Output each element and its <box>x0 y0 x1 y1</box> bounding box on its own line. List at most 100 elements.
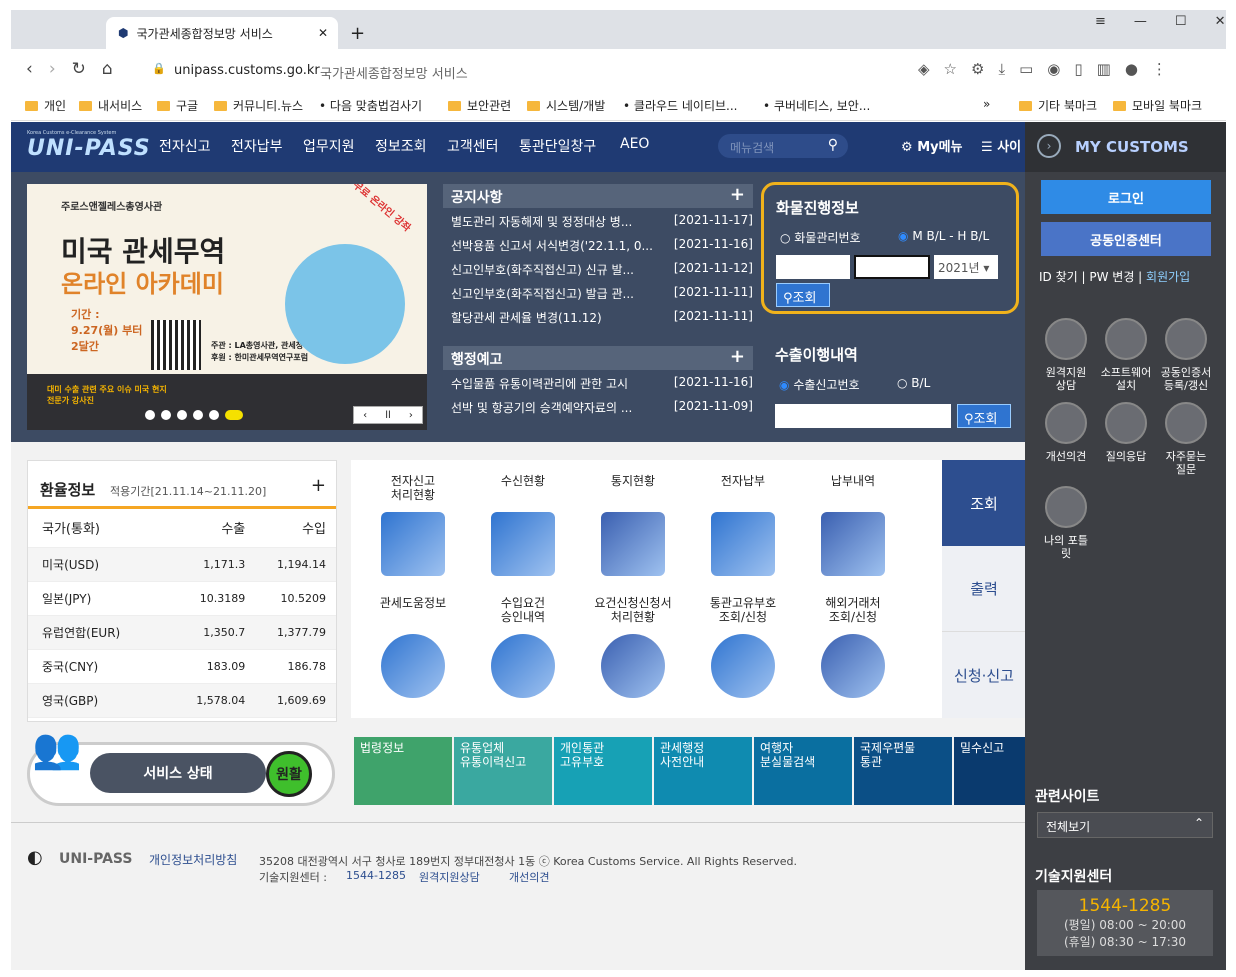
promo-banner[interactable]: 주로스앤젤레스총영사관 무료 온라인 강좌 미국 관세무역 온라인 아카데미 기… <box>27 184 427 430</box>
bookmark[interactable]: 구글 <box>157 97 198 114</box>
bookmark[interactable]: 기타 북마크 <box>1019 97 1097 114</box>
next-icon[interactable]: › <box>409 410 413 421</box>
bookmark[interactable]: 개인 <box>25 97 66 114</box>
back-icon[interactable]: ‹ <box>26 59 33 79</box>
support-label[interactable]: 공동인증서 등록/갱신 <box>1154 366 1218 392</box>
quick-link-tile[interactable]: 국제우편물 통관 <box>854 737 952 805</box>
nav-item[interactable]: 전자납부 <box>231 136 283 156</box>
find-id-link[interactable]: ID 찾기 <box>1039 270 1078 284</box>
service-label[interactable]: 수신현황 <box>473 474 573 488</box>
carousel-dots[interactable] <box>145 410 243 420</box>
nav-item[interactable]: 정보조회 <box>375 136 427 156</box>
service-label[interactable]: 수입요건 승인내역 <box>473 596 573 624</box>
bookmark[interactable]: 보안관련 <box>448 97 511 114</box>
support-label[interactable]: 질의응답 <box>1094 450 1158 463</box>
service-label[interactable]: 해외거래처 조회/신청 <box>803 596 903 624</box>
sidebar-header[interactable]: › MY CUSTOMS <box>1025 122 1226 172</box>
radio-mbl-hbl[interactable]: ◉ M B/L - H B/L <box>898 229 989 243</box>
privacy-link[interactable]: 개인정보처리방침 <box>149 851 237 868</box>
bookmark[interactable]: 내서비스 <box>79 97 142 114</box>
prev-icon[interactable]: ‹ <box>363 410 367 421</box>
support-icon[interactable] <box>1045 402 1087 444</box>
service-label[interactable]: 통관고유부호 조회/신청 <box>693 596 793 624</box>
radio-bl[interactable]: ○ B/L <box>897 376 930 390</box>
bookmark[interactable]: • 쿠버네티스, 보안... <box>763 97 870 114</box>
forward-icon[interactable]: › <box>49 59 56 79</box>
notice-item[interactable]: 할당관세 관세율 변경(11.12) [2021-11-11] <box>443 304 753 328</box>
service-label[interactable]: 납부내역 <box>803 474 903 488</box>
support-icon[interactable] <box>1045 486 1087 528</box>
cargo-search-button[interactable]: ⚲조회 <box>776 283 830 307</box>
admin-header[interactable]: 행정예고 + <box>443 346 753 370</box>
quick-link-tile[interactable]: 여행자 분실물검색 <box>754 737 852 805</box>
window-close-icon[interactable]: ✕ <box>1215 14 1226 29</box>
collapse-icon[interactable]: › <box>1037 134 1061 158</box>
service-label[interactable]: 통지현황 <box>583 474 683 488</box>
service-icon[interactable] <box>711 512 775 576</box>
bookmark[interactable]: 모바일 북마크 <box>1113 97 1202 114</box>
avatar[interactable]: ● <box>1125 60 1138 78</box>
service-icon[interactable] <box>491 634 555 698</box>
tab-query[interactable]: 조회 <box>942 460 1026 546</box>
search-icon[interactable]: ⚲ <box>828 137 838 153</box>
quick-link-tile[interactable]: 개인통관 고유부호 <box>554 737 652 805</box>
notice-more-icon[interactable]: + <box>730 184 745 205</box>
bookmark-overflow[interactable]: » <box>983 97 990 111</box>
admin-more-icon[interactable]: + <box>730 346 745 367</box>
support-label[interactable]: 소프트웨어 설치 <box>1094 366 1158 392</box>
camera-icon[interactable]: ◉ <box>1047 60 1060 78</box>
service-icon[interactable] <box>381 634 445 698</box>
quick-link-tile[interactable]: 밀수신고 <box>954 737 1026 805</box>
nav-item[interactable]: 통관단일창구 <box>519 136 596 156</box>
notice-item[interactable]: 별도관리 자동해제 및 정정대상 병... [2021-11-17] <box>443 208 753 232</box>
year-select[interactable]: 2021년 ▾ <box>934 255 998 279</box>
notice-item[interactable]: 신고인부호(화주직접신고) 발급 관... [2021-11-11] <box>443 280 753 304</box>
support-label[interactable]: 개선의견 <box>1034 450 1098 463</box>
support-icon[interactable] <box>1105 318 1147 360</box>
footer-phone[interactable]: 1544-1285 <box>346 869 406 882</box>
notice-item[interactable]: 선박용품 신고서 서식변경('22.1.1, 0... [2021-11-16] <box>443 232 753 256</box>
change-pw-link[interactable]: PW 변경 <box>1089 270 1134 284</box>
service-icon[interactable] <box>821 634 885 698</box>
video-icon[interactable]: ▭ <box>1019 60 1033 78</box>
download-icon[interactable]: ⤓ <box>998 60 1005 78</box>
bookmark[interactable]: 커뮤니티.뉴스 <box>214 97 303 114</box>
menu-search-input[interactable]: 메뉴검색 ⚲ <box>718 134 848 158</box>
footer-remote-link[interactable]: 원격지원상담 <box>419 869 480 885</box>
notice-header[interactable]: 공지사항 + <box>443 184 753 208</box>
support-icon[interactable] <box>1045 318 1087 360</box>
support-icon[interactable] <box>1165 402 1207 444</box>
service-label[interactable]: 요건신청신청서 처리현황 <box>583 596 683 624</box>
radio-cargo-no[interactable]: ○ 화물관리번호 <box>780 229 861 246</box>
bookmark[interactable]: 시스템/개발 <box>527 97 605 114</box>
notice-item[interactable]: 선박 및 항공기의 승객예약자료의 ... [2021-11-09] <box>443 394 753 418</box>
reload-icon[interactable]: ↻ <box>72 59 86 79</box>
carousel-controls[interactable]: ‹ ll › <box>353 406 423 424</box>
new-tab-icon[interactable]: + <box>350 23 365 44</box>
support-icon[interactable] <box>1105 402 1147 444</box>
nav-item[interactable]: 업무지원 <box>303 136 355 156</box>
home-icon[interactable]: ⌂ <box>102 59 113 79</box>
service-icon[interactable] <box>711 634 775 698</box>
more-icon[interactable]: ⋮ <box>1152 60 1167 78</box>
sidebar-icon[interactable]: ▥ <box>1097 60 1111 78</box>
tab-search-icon[interactable]: ≡ <box>1095 14 1106 29</box>
support-label[interactable]: 자주묻는 질문 <box>1154 450 1218 476</box>
cert-center-button[interactable]: 공동인증센터 <box>1041 222 1211 256</box>
notice-item[interactable]: 신고인부호(화주직접신고) 신규 발... [2021-11-12] <box>443 256 753 280</box>
quick-link-tile[interactable]: 유통업체 유통이력신고 <box>454 737 552 805</box>
tab-apply[interactable]: 신청·신고 <box>942 632 1026 718</box>
footer-improve-link[interactable]: 개선의견 <box>509 869 549 885</box>
service-icon[interactable] <box>821 512 885 576</box>
service-icon[interactable] <box>491 512 555 576</box>
minimize-icon[interactable]: — <box>1134 14 1147 29</box>
service-label[interactable]: 전자신고 처리현황 <box>363 474 463 502</box>
service-icon[interactable] <box>601 634 665 698</box>
browser-tab[interactable]: ⬢ 국가관세종합정보망 서비스 ✕ <box>106 17 338 49</box>
related-sites-select[interactable]: 전체보기 ⌃ <box>1037 812 1213 838</box>
service-label[interactable]: 관세도움정보 <box>363 596 463 610</box>
export-search-button[interactable]: ⚲조회 <box>957 404 1011 428</box>
notice-item[interactable]: 수입물품 유통이력관리에 관한 고시 [2021-11-16] <box>443 370 753 394</box>
pause-icon[interactable]: ll <box>385 410 391 421</box>
service-icon[interactable] <box>381 512 445 576</box>
